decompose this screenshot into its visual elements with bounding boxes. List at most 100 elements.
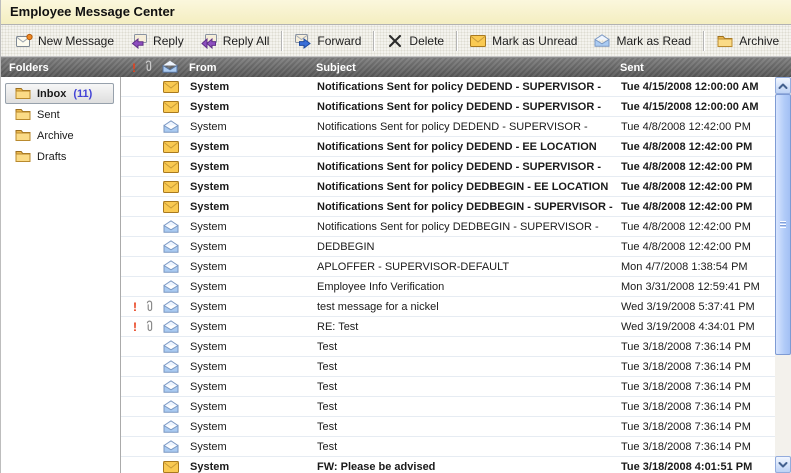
priority-column-header[interactable]: ! <box>127 58 141 77</box>
message-row[interactable]: ! System Notifications Sent for policy D… <box>121 137 775 157</box>
message-from: System <box>186 377 314 396</box>
envelope-icon <box>156 297 186 316</box>
scrollbar-thumb[interactable] <box>775 94 791 355</box>
message-row[interactable]: ! System test message for a nickel Wed 3… <box>121 297 775 317</box>
folder-item[interactable]: Drafts <box>5 146 114 167</box>
message-subject: Notifications Sent for policy DEDEND - S… <box>314 97 618 116</box>
message-row[interactable]: ! System Notifications Sent for policy D… <box>121 177 775 197</box>
message-row[interactable]: ! System Test Tue 3/18/2008 7:36:14 PM <box>121 397 775 417</box>
envelope-icon <box>156 137 186 156</box>
message-row[interactable]: ! System Test Tue 3/18/2008 7:36:14 PM <box>121 437 775 457</box>
message-row[interactable]: ! System Test Tue 3/18/2008 7:36:14 PM <box>121 377 775 397</box>
message-sent: Mon 3/31/2008 12:59:41 PM <box>618 277 775 296</box>
priority-icon: ! <box>128 317 142 336</box>
reply-all-icon <box>200 33 218 49</box>
message-from: System <box>186 77 314 96</box>
scroll-down-button[interactable] <box>775 456 791 473</box>
message-subject: Test <box>314 437 618 456</box>
message-sent: Tue 4/15/2008 12:00:00 AM <box>618 97 775 116</box>
message-sent: Tue 3/18/2008 7:36:14 PM <box>618 337 775 356</box>
reply-label: Reply <box>153 34 184 48</box>
vertical-scrollbar[interactable] <box>775 77 791 473</box>
scroll-up-button[interactable] <box>775 77 791 94</box>
message-subject: Test <box>314 397 618 416</box>
message-from: System <box>186 337 314 356</box>
message-from: System <box>186 137 314 156</box>
folder-label: Drafts <box>37 151 66 163</box>
message-from: System <box>186 97 314 116</box>
folder-item[interactable]: Archive <box>5 125 114 146</box>
toolbar-separator <box>456 31 457 51</box>
envelope-icon <box>156 177 186 196</box>
message-row[interactable]: ! System Test Tue 3/18/2008 7:36:14 PM <box>121 417 775 437</box>
sent-column-header[interactable]: Sent <box>617 58 791 77</box>
folder-item[interactable]: Inbox (11) <box>5 83 114 104</box>
message-subject: Notifications Sent for policy DEDEND - S… <box>314 117 618 136</box>
folder-icon <box>716 33 734 49</box>
attachment-column-header[interactable] <box>141 58 155 77</box>
new-message-button[interactable]: New Message <box>7 29 122 53</box>
message-subject: Notifications Sent for policy DEDEND - S… <box>314 157 618 176</box>
message-row[interactable]: ! System Notifications Sent for policy D… <box>121 77 775 97</box>
folder-label: Archive <box>37 130 74 142</box>
page-title: Employee Message Center <box>1 0 791 25</box>
envelope-icon <box>156 377 186 396</box>
message-sent: Tue 4/8/2008 12:42:00 PM <box>618 237 775 256</box>
message-row[interactable]: ! System DEDBEGIN Tue 4/8/2008 12:42:00 … <box>121 237 775 257</box>
envelope-icon <box>156 397 186 416</box>
folder-item[interactable]: Sent <box>5 104 114 125</box>
unread-count: (11) <box>73 88 92 100</box>
forward-button[interactable]: Forward <box>286 29 369 53</box>
read-status-column-header[interactable] <box>155 58 185 77</box>
message-row[interactable]: ! System Employee Info Verification Mon … <box>121 277 775 297</box>
message-row[interactable]: ! System RE: Test Wed 3/19/2008 4:34:01 … <box>121 317 775 337</box>
reply-button[interactable]: Reply <box>122 29 192 53</box>
message-from: System <box>186 237 314 256</box>
attachment-icon <box>142 297 156 316</box>
forward-label: Forward <box>317 34 361 48</box>
from-column-header[interactable]: From <box>185 58 313 77</box>
message-sent: Tue 4/8/2008 12:42:00 PM <box>618 117 775 136</box>
message-row[interactable]: ! System Test Tue 3/18/2008 7:36:14 PM <box>121 357 775 377</box>
delete-button[interactable]: Delete <box>378 29 452 53</box>
message-row[interactable]: ! System Notifications Sent for policy D… <box>121 97 775 117</box>
message-row[interactable]: ! System Notifications Sent for policy D… <box>121 157 775 177</box>
message-subject: Test <box>314 417 618 436</box>
priority-icon: ! <box>128 297 142 316</box>
message-sent: Wed 3/19/2008 4:34:01 PM <box>618 317 775 336</box>
envelope-icon <box>156 197 186 216</box>
envelope-icon <box>156 337 186 356</box>
message-row[interactable]: ! System FW: Please be advised Tue 3/18/… <box>121 457 775 473</box>
message-row[interactable]: ! System Notifications Sent for policy D… <box>121 117 775 137</box>
message-row[interactable]: ! System APLOFFER - SUPERVISOR-DEFAULT M… <box>121 257 775 277</box>
message-from: System <box>186 217 314 236</box>
mark-as-unread-button[interactable]: Mark as Unread <box>461 29 585 53</box>
envelope-icon <box>156 77 186 96</box>
message-subject: Test <box>314 377 618 396</box>
reply-all-label: Reply All <box>223 34 270 48</box>
message-row[interactable]: ! System Notifications Sent for policy D… <box>121 217 775 237</box>
column-header-band: Folders ! From Subject Sent <box>1 57 791 77</box>
reply-all-button[interactable]: Reply All <box>192 29 278 53</box>
folder-label: Sent <box>37 109 60 121</box>
priority-icon: ! <box>132 62 136 74</box>
forward-icon <box>294 33 312 49</box>
message-sent: Tue 3/18/2008 7:36:14 PM <box>618 417 775 436</box>
message-sent: Tue 4/8/2008 12:42:00 PM <box>618 217 775 236</box>
message-sent: Tue 3/18/2008 7:36:14 PM <box>618 437 775 456</box>
envelope-icon <box>156 457 186 473</box>
message-subject: Employee Info Verification <box>314 277 618 296</box>
envelope-icon <box>156 97 186 116</box>
folder-label: Inbox <box>37 88 66 100</box>
message-sent: Tue 3/18/2008 4:01:51 PM <box>618 457 775 473</box>
subject-column-header[interactable]: Subject <box>313 58 617 77</box>
message-sent: Mon 4/7/2008 1:38:54 PM <box>618 257 775 276</box>
message-from: System <box>186 197 314 216</box>
toolbar: New Message Reply Reply All Forward <box>1 25 791 57</box>
envelope-icon <box>156 157 186 176</box>
message-subject: APLOFFER - SUPERVISOR-DEFAULT <box>314 257 618 276</box>
message-row[interactable]: ! System Test Tue 3/18/2008 7:36:14 PM <box>121 337 775 357</box>
archive-button[interactable]: Archive <box>708 29 787 53</box>
mark-as-read-button[interactable]: Mark as Read <box>585 29 699 53</box>
message-row[interactable]: ! System Notifications Sent for policy D… <box>121 197 775 217</box>
